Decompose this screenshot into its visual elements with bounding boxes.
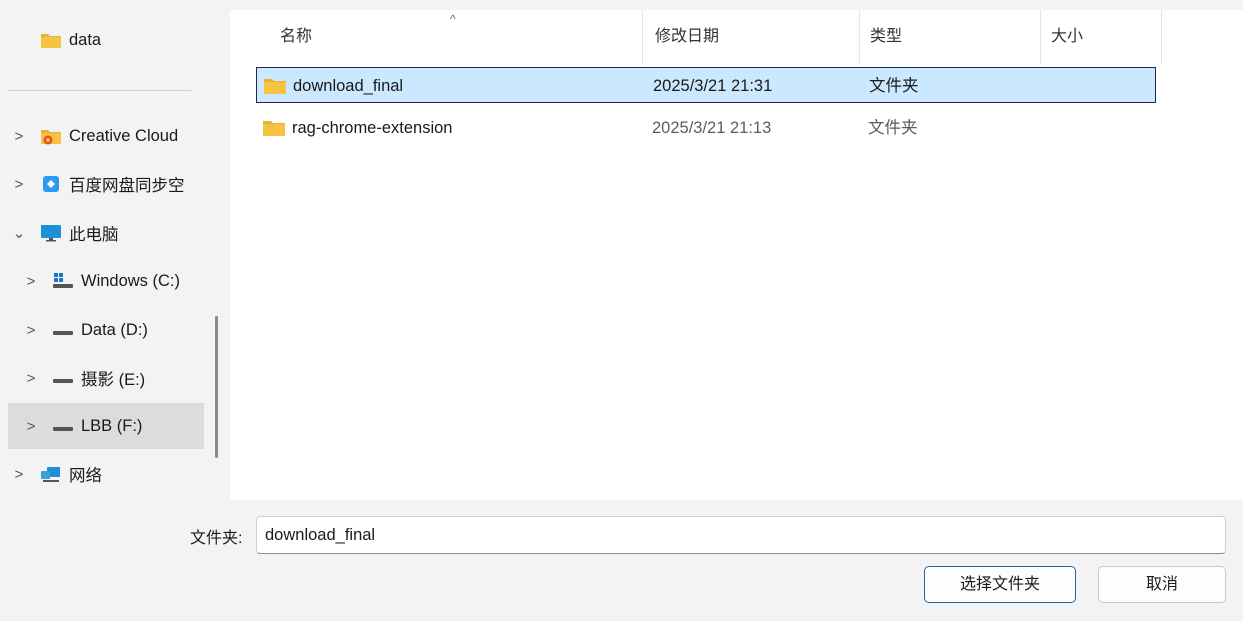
nav-item-label: LBB (F:): [81, 416, 143, 435]
file-row[interactable]: download_final 2025/3/21 21:31 文件夹: [256, 67, 1156, 103]
nav-item-creative-cloud[interactable]: > Creative Cloud: [8, 113, 204, 159]
nav-scrollbar[interactable]: [215, 316, 218, 458]
column-header-row: ^ 名称 修改日期 类型 大小: [230, 10, 1243, 64]
column-header-type[interactable]: 类型: [862, 10, 1040, 64]
column-separator[interactable]: [1161, 10, 1162, 64]
creative-cloud-icon: [40, 127, 62, 145]
folder-icon: [262, 119, 286, 137]
baidu-netdisk-icon: [40, 175, 62, 193]
computer-icon: [40, 224, 62, 242]
chevron-right-icon[interactable]: >: [8, 466, 30, 483]
file-name: rag-chrome-extension: [292, 119, 453, 137]
chevron-down-icon[interactable]: ⌄: [8, 224, 30, 242]
column-separator[interactable]: [642, 10, 643, 64]
nav-item-label: data: [69, 30, 102, 49]
nav-item-label: 此电脑: [69, 226, 119, 244]
nav-item-this-pc[interactable]: ⌄ 此电脑: [8, 210, 204, 256]
chevron-right-icon[interactable]: >: [8, 176, 30, 193]
column-separator[interactable]: [1040, 10, 1041, 64]
navigation-pane: data > Creative Cloud > 百度网盘同步空 ⌄ 此电脑 > …: [0, 10, 214, 500]
column-header-name[interactable]: 名称: [272, 10, 642, 64]
nav-divider: [8, 90, 191, 91]
chevron-right-icon[interactable]: >: [20, 370, 42, 387]
drive-icon: [52, 321, 74, 339]
file-list-pane: ^ 名称 修改日期 类型 大小 download_final 2025/3/21…: [230, 10, 1243, 500]
file-type: 文件夹: [869, 77, 919, 95]
folder-icon: [263, 77, 287, 95]
file-date: 2025/3/21 21:31: [653, 77, 773, 95]
nav-item-baidu-netdisk[interactable]: > 百度网盘同步空: [8, 161, 204, 207]
folder-icon: [40, 31, 62, 49]
nav-item-label: Windows (C:): [81, 271, 181, 290]
drive-icon: [52, 417, 74, 435]
file-type: 文件夹: [868, 119, 918, 137]
nav-item-windows-c[interactable]: > Windows (C:): [8, 258, 204, 304]
nav-item-label: 摄影 (E:): [81, 371, 146, 389]
chevron-right-icon[interactable]: >: [8, 128, 30, 145]
nav-item-network[interactable]: > 网络: [8, 451, 204, 497]
network-icon: [40, 465, 62, 483]
cancel-button[interactable]: 取消: [1098, 566, 1226, 603]
chevron-right-icon[interactable]: >: [20, 273, 42, 290]
windows-drive-icon: [52, 272, 74, 290]
nav-item-data-d[interactable]: > Data (D:): [8, 307, 204, 353]
nav-item-label: 百度网盘同步空: [69, 177, 185, 195]
nav-item-label: Creative Cloud: [69, 126, 179, 145]
file-date: 2025/3/21 21:13: [652, 119, 772, 137]
nav-item-data[interactable]: data: [8, 17, 204, 63]
nav-item-label: Data (D:): [81, 320, 148, 339]
folder-field-label: 文件夹:: [190, 530, 243, 547]
chevron-right-icon[interactable]: >: [20, 418, 42, 435]
column-separator[interactable]: [859, 10, 860, 64]
folder-name-input[interactable]: [256, 516, 1226, 554]
drive-icon: [52, 369, 74, 387]
column-header-date[interactable]: 修改日期: [647, 10, 859, 64]
file-row[interactable]: rag-chrome-extension 2025/3/21 21:13 文件夹: [256, 110, 1156, 146]
nav-item-photo-e[interactable]: > 摄影 (E:): [8, 355, 204, 401]
nav-item-lbb-f[interactable]: > LBB (F:): [8, 403, 204, 449]
nav-item-label: 网络: [69, 467, 102, 485]
file-name: download_final: [293, 77, 404, 95]
column-header-size[interactable]: 大小: [1043, 10, 1161, 64]
chevron-right-icon[interactable]: >: [20, 322, 42, 339]
select-folder-button[interactable]: 选择文件夹: [924, 566, 1076, 603]
